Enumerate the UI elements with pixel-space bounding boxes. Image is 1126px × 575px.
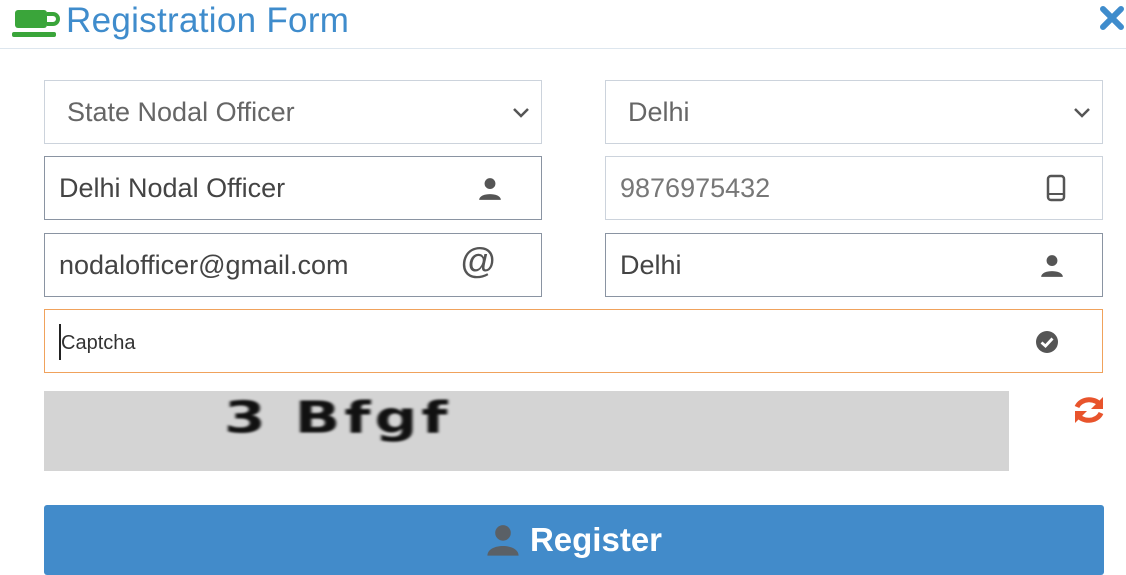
- close-icon[interactable]: [1098, 4, 1126, 32]
- state-select-value: Delhi: [628, 96, 690, 127]
- coffee-cup-icon: [12, 10, 60, 37]
- email-field-value: nodalofficer@gmail.com: [59, 249, 349, 280]
- modal-title: Registration Form: [66, 1, 350, 40]
- user-icon: [487, 525, 519, 556]
- user-icon: [1041, 255, 1063, 277]
- at-sign-icon: @: [460, 240, 497, 281]
- role-select[interactable]: State Nodal Officer: [44, 80, 542, 144]
- captcha-image: 3 Bfgf: [44, 391, 1009, 471]
- captcha-input[interactable]: Captcha: [44, 309, 1103, 373]
- captcha-placeholder: Captcha: [61, 332, 136, 354]
- district-field[interactable]: Delhi: [605, 233, 1103, 297]
- user-icon: [479, 178, 501, 200]
- name-field-value: Delhi Nodal Officer: [59, 172, 286, 203]
- mobile-field-value: 9876975432: [620, 172, 771, 203]
- register-button-label: Register: [529, 521, 663, 558]
- name-field[interactable]: Delhi Nodal Officer: [44, 156, 542, 220]
- district-field-value: Delhi: [620, 249, 682, 280]
- chevron-down-icon: [513, 108, 529, 118]
- modal-header: Registration Form: [0, 0, 1126, 49]
- refresh-icon[interactable]: [1070, 394, 1108, 426]
- chevron-down-icon: [1074, 108, 1090, 118]
- role-select-value: State Nodal Officer: [67, 96, 295, 127]
- captcha-text: 3 Bfgf: [224, 393, 452, 444]
- state-select[interactable]: Delhi: [605, 80, 1103, 144]
- mobile-field[interactable]: 9876975432: [605, 156, 1103, 220]
- register-button[interactable]: Register: [44, 505, 1104, 575]
- email-field[interactable]: nodalofficer@gmail.com @: [44, 233, 542, 297]
- check-circle-icon: [1036, 331, 1058, 353]
- mobile-icon: [1046, 174, 1066, 202]
